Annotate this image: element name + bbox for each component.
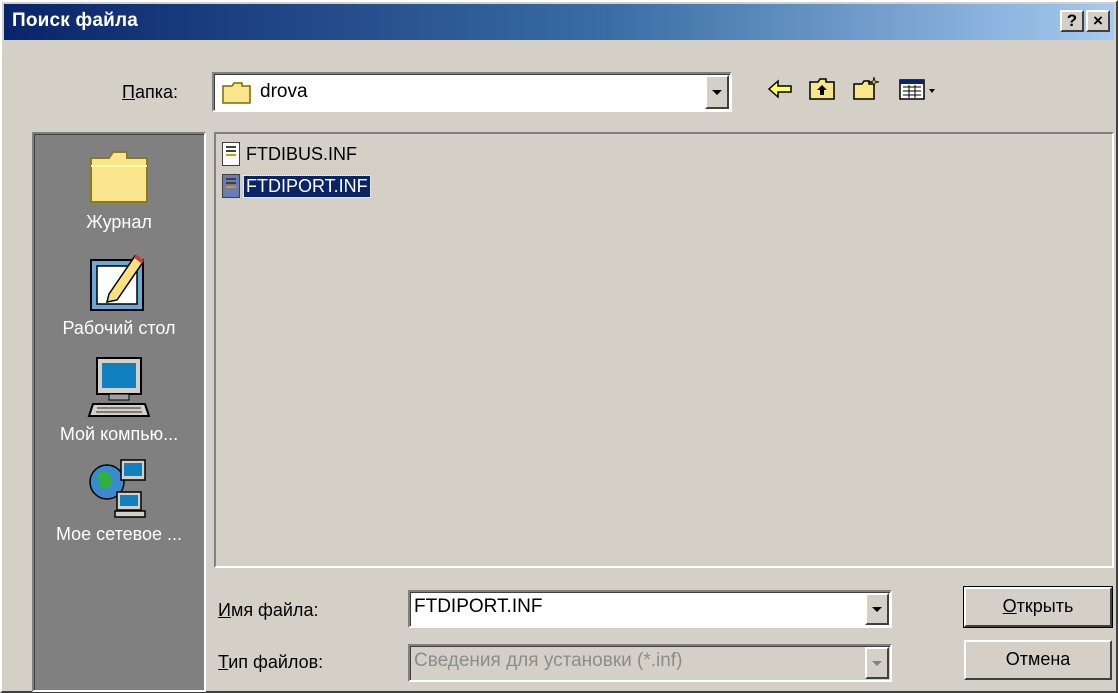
file-search-dialog: Поиск файла ? × Папка: drova Журнал Рабо… xyxy=(0,0,1118,693)
lookin-dropdown-button[interactable] xyxy=(705,75,729,109)
file-name: FTDIBUS.INF xyxy=(246,144,357,164)
place-label: Рабочий стол xyxy=(62,318,176,338)
file-list[interactable]: FTDIBUS.INF FTDIPORT.INF xyxy=(214,132,1114,568)
filetype-combobox[interactable]: Сведения для установки (*.inf) xyxy=(408,644,892,682)
title-bar[interactable]: Поиск файла ? × xyxy=(4,4,1114,40)
inf-file-icon xyxy=(222,174,240,198)
history-folder-icon xyxy=(87,144,151,208)
view-menu-icon[interactable] xyxy=(898,76,938,102)
lookin-value: drova xyxy=(260,81,308,102)
file-name: FTDIPORT.INF xyxy=(243,175,371,198)
place-network[interactable]: Мое сетевое ... xyxy=(34,456,204,545)
places-bar: Журнал Рабочий стол Мой компью... Мое се… xyxy=(32,132,206,692)
filetype-value: Сведения для установки (*.inf) xyxy=(414,650,683,671)
cancel-button[interactable]: Отмена xyxy=(964,640,1112,680)
lookin-label: Папка: xyxy=(122,82,178,102)
place-desktop[interactable]: Рабочий стол xyxy=(34,250,204,339)
place-label: Мое сетевое ... xyxy=(55,524,183,544)
filename-label: Имя файла: xyxy=(218,600,319,620)
filetype-dropdown-button[interactable] xyxy=(865,647,889,679)
filename-dropdown-button[interactable] xyxy=(865,593,889,625)
new-folder-icon[interactable] xyxy=(852,76,880,102)
place-history[interactable]: Журнал xyxy=(34,144,204,233)
lookin-combobox[interactable]: drova xyxy=(212,72,732,112)
desktop-icon xyxy=(87,250,151,314)
my-computer-icon xyxy=(87,356,151,420)
up-folder-icon[interactable] xyxy=(808,76,836,102)
filename-combobox[interactable]: FTDIPORT.INF xyxy=(408,590,892,628)
inf-file-icon xyxy=(222,142,240,166)
filename-input[interactable]: FTDIPORT.INF xyxy=(414,596,542,618)
place-label: Мой компью... xyxy=(59,424,179,444)
open-button[interactable]: Открыть xyxy=(963,586,1113,628)
place-label: Журнал xyxy=(86,212,152,232)
window-title: Поиск файла xyxy=(12,10,139,31)
folder-icon xyxy=(222,82,251,104)
help-button[interactable]: ? xyxy=(1060,10,1084,32)
filetype-label: Тип файлов: xyxy=(218,652,324,672)
back-arrow-icon[interactable] xyxy=(766,76,794,102)
network-places-icon xyxy=(87,456,151,520)
close-button[interactable]: × xyxy=(1086,10,1110,32)
place-my-computer[interactable]: Мой компью... xyxy=(34,356,204,445)
